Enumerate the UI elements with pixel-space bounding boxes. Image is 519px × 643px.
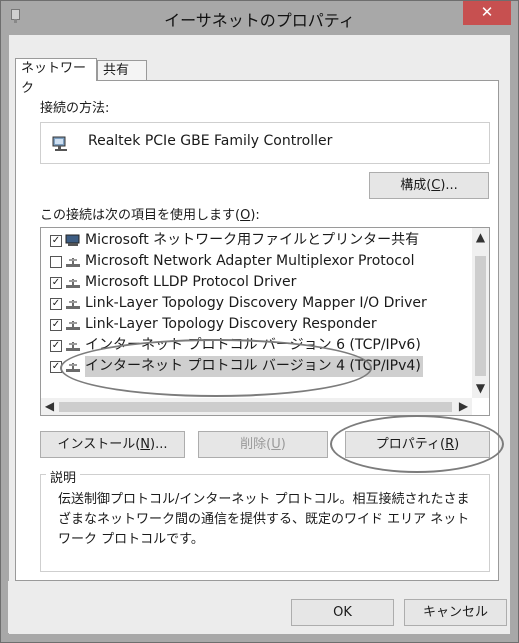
vertical-scrollbar[interactable]: ▲ ▼ — [472, 228, 489, 398]
protocol-icon — [66, 300, 80, 309]
checkbox[interactable]: ✓ — [50, 235, 62, 247]
protocol-icon — [66, 342, 80, 351]
configure-suffix: )... — [440, 178, 458, 193]
remove-accel: U — [271, 437, 281, 452]
checkbox[interactable] — [50, 256, 62, 268]
window-title: イーサネットのプロパティ — [164, 11, 355, 30]
vertical-scroll-thumb[interactable] — [475, 256, 486, 376]
remove-button[interactable]: 削除(U) — [198, 431, 328, 458]
share-icon — [65, 234, 80, 246]
scroll-up-icon[interactable]: ▲ — [472, 230, 489, 244]
scroll-right-icon[interactable]: ▶ — [455, 399, 472, 413]
description-text: 伝送制御プロトコル/インターネット プロトコル。相互接続されたさまざまなネットワ… — [58, 492, 470, 547]
items-label-accel: O — [240, 208, 251, 223]
configure-button[interactable]: 構成(C)... — [369, 172, 489, 199]
annotation-ellipse-ipv4 — [60, 339, 372, 397]
items-label: この接続は次の項目を使用します(O): — [40, 204, 260, 223]
close-button[interactable]: ✕ — [463, 1, 511, 25]
checkbox[interactable]: ✓ — [50, 340, 62, 352]
adapter-name: Realtek PCIe GBE Family Controller — [88, 133, 333, 149]
scroll-down-icon[interactable]: ▼ — [472, 381, 489, 395]
items-label-suffix: ): — [250, 208, 260, 223]
list-item[interactable]: ✓ Link-Layer Topology Discovery Responde… — [47, 314, 473, 335]
list-item[interactable]: Microsoft Network Adapter Multiplexor Pr… — [47, 251, 473, 272]
scroll-left-icon[interactable]: ◀ — [41, 399, 58, 413]
list-item-label: Link-Layer Topology Discovery Mapper I/O… — [85, 295, 427, 311]
install-button[interactable]: インストール(N)... — [40, 431, 185, 458]
list-item-label: Microsoft Network Adapter Multiplexor Pr… — [85, 253, 415, 269]
install-accel: N — [140, 437, 151, 452]
horizontal-scrollbar[interactable]: ◀ ▶ — [41, 398, 472, 415]
protocol-icon — [66, 321, 80, 330]
list-item[interactable]: ✓ Link-Layer Topology Discovery Mapper I… — [47, 293, 473, 314]
title-bar[interactable]: イーサネットのプロパティ ✕ — [1, 1, 518, 35]
checkbox[interactable]: ✓ — [50, 319, 62, 331]
list-item-label: Microsoft LLDP Protocol Driver — [85, 274, 297, 290]
remove-suffix: ) — [280, 437, 286, 452]
ok-button[interactable]: OK — [291, 599, 394, 626]
annotation-ellipse-properties — [330, 415, 504, 473]
checkbox[interactable]: ✓ — [50, 277, 62, 289]
protocol-icon — [66, 258, 80, 267]
description-title: 説明 — [46, 467, 81, 486]
list-item[interactable]: ✓ Microsoft LLDP Protocol Driver — [47, 272, 473, 293]
configure-accel: C — [431, 178, 441, 193]
checkbox[interactable]: ✓ — [50, 298, 62, 310]
adapter-box: Realtek PCIe GBE Family Controller — [40, 122, 490, 164]
list-item-label: Microsoft ネットワーク用ファイルとプリンター共有 — [85, 232, 420, 248]
install-suffix: )... — [150, 437, 168, 452]
connect-using-label: 接続の方法: — [40, 101, 110, 116]
tab-sharing[interactable]: 共有 — [97, 60, 147, 81]
install-label: インストール( — [57, 437, 141, 452]
network-adapter-icon — [52, 136, 67, 151]
remove-label: 削除( — [240, 437, 272, 452]
protocol-icon — [66, 279, 80, 288]
list-item[interactable]: ✓ Microsoft ネットワーク用ファイルとプリンター共有 — [47, 230, 473, 251]
horizontal-scroll-thumb[interactable] — [59, 402, 452, 412]
cancel-button[interactable]: キャンセル — [404, 599, 507, 626]
list-item-label: Link-Layer Topology Discovery Responder — [85, 316, 377, 332]
items-label-text: この接続は次の項目を使用します( — [40, 208, 241, 223]
configure-button-label: 構成( — [400, 178, 432, 193]
tab-networking[interactable]: ネットワーク — [15, 58, 97, 96]
